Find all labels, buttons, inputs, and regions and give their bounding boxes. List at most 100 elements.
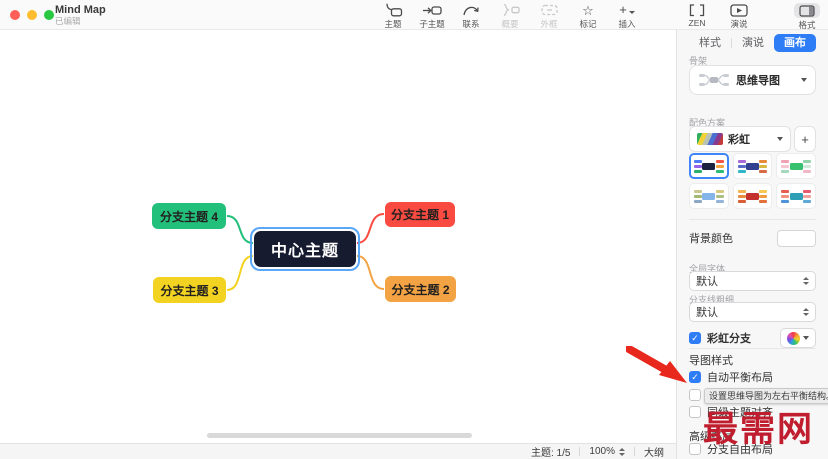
- color-scheme-dropdown[interactable]: 彩虹: [689, 126, 791, 152]
- global-font-value: 默认: [696, 276, 718, 288]
- tab-pitch[interactable]: 演说: [732, 34, 774, 52]
- document-title: Mind Map: [55, 4, 106, 16]
- format-panel-button[interactable]: 格式: [794, 3, 820, 31]
- color-scheme-row: 彩虹 +: [689, 126, 816, 152]
- swatch-bar: [715, 194, 724, 198]
- zen-mode-button[interactable]: ZEN: [684, 3, 710, 30]
- color-scheme-value: 彩虹: [728, 134, 750, 146]
- map-style-heading: 导图样式: [689, 355, 733, 367]
- annotation-arrow-icon: [626, 346, 687, 383]
- branch-topic-4-node[interactable]: 分支主题 4: [152, 203, 226, 229]
- branch-topic-label: 分支主题 3: [160, 283, 219, 298]
- color-wheel-icon: [787, 331, 800, 345]
- connector-branch-1: [356, 213, 385, 244]
- toolbar-label: 子主题: [419, 19, 445, 29]
- rainbow-color-button[interactable]: [780, 328, 816, 348]
- stepper-icon: [803, 308, 809, 316]
- theme-card-1[interactable]: [689, 153, 729, 179]
- mindmap-app-window: Mind Map 已编辑 主题 子主题 联系 概要 外框 ☆ 标记 + 插入 Z…: [0, 0, 828, 459]
- swatch-bar: [694, 194, 702, 198]
- chevron-down-icon: [777, 137, 783, 141]
- branch-topic-label: 分支主题 1: [390, 208, 449, 222]
- toolbar-marker-button[interactable]: ☆ 标记: [575, 3, 601, 30]
- boundary-icon: [540, 3, 559, 17]
- central-topic-node[interactable]: 中心主题: [254, 231, 356, 267]
- theme-card-4[interactable]: [689, 183, 729, 209]
- document-edit-status: 已编辑: [55, 16, 81, 26]
- compact-layout-checkbox[interactable]: [689, 389, 701, 401]
- swatch-bar: [715, 199, 724, 203]
- branch-topic-2-node[interactable]: 分支主题 2: [385, 276, 456, 302]
- global-font-select[interactable]: 默认: [689, 271, 816, 291]
- swatch-bar: [715, 169, 724, 173]
- swatch-bar: [759, 169, 768, 173]
- zoom-control[interactable]: 100%: [589, 446, 625, 457]
- minimize-window-button[interactable]: [27, 10, 37, 20]
- mindmap-canvas[interactable]: 分支主题 4 分支主题 1 分支主题 3 分支主题 2 中心主题: [0, 30, 676, 443]
- swatch-bar: [781, 199, 790, 203]
- swatch-bar: [694, 169, 702, 173]
- swatch-bar: [781, 189, 790, 193]
- theme-card-5[interactable]: [732, 183, 773, 209]
- toolbar-relationship-button[interactable]: 联系: [458, 3, 484, 30]
- branch-line-width-select[interactable]: 默认: [689, 302, 816, 322]
- toolbar-label: 主题: [384, 19, 402, 29]
- toolbar-insert-button[interactable]: + 插入: [614, 3, 640, 30]
- swatch-bar: [737, 199, 746, 203]
- free-branch-layout-checkbox[interactable]: [689, 443, 701, 455]
- theme-card-row: [689, 183, 817, 209]
- align-siblings-checkbox[interactable]: [689, 406, 701, 418]
- close-window-button[interactable]: [10, 10, 20, 20]
- swatch-center: [789, 192, 803, 200]
- plus-icon: +: [619, 2, 627, 17]
- skeleton-value: 思维导图: [736, 75, 780, 87]
- swatch-bar: [737, 189, 746, 193]
- swatch-bar: [737, 159, 746, 163]
- branch-topic-3-node[interactable]: 分支主题 3: [153, 277, 226, 303]
- main-toolbar: 主题 子主题 联系 概要 外框 ☆ 标记 + 插入: [380, 3, 640, 30]
- statusbar-divider: [579, 447, 581, 456]
- theme-card-6[interactable]: [776, 183, 817, 209]
- swatch-bar: [715, 189, 724, 193]
- swatch-bar: [759, 194, 768, 198]
- add-color-scheme-button[interactable]: +: [794, 126, 816, 152]
- swatch-center: [746, 192, 759, 200]
- swatch-center: [746, 162, 759, 170]
- zoom-stepper-icon[interactable]: [619, 447, 625, 456]
- toolbar-summary-button: 概要: [497, 3, 523, 30]
- branch-topic-1-node[interactable]: 分支主题 1: [385, 202, 455, 227]
- toolbar-label: 插入: [618, 19, 636, 29]
- swatch-bar: [803, 164, 811, 168]
- summary-icon: [501, 3, 520, 17]
- section-divider: [689, 348, 816, 349]
- connector-branch-2: [356, 255, 385, 290]
- branch-topic-label: 分支主题 4: [159, 209, 218, 224]
- tab-style[interactable]: 样式: [689, 34, 731, 52]
- topic-count: 主题: 1/5: [530, 448, 571, 459]
- theme-card-3[interactable]: [776, 153, 817, 179]
- horizontal-scrollbar[interactable]: [207, 433, 472, 438]
- view-toolbar: ZEN 演说: [684, 3, 752, 30]
- format-sidebar-icon: [794, 3, 820, 18]
- toolbar-subtopic-button[interactable]: 子主题: [419, 3, 445, 30]
- play-presentation-icon: [730, 3, 748, 17]
- tab-canvas[interactable]: 画布: [774, 34, 816, 52]
- marker-star-icon: ☆: [582, 2, 594, 18]
- swatch-center: [702, 192, 716, 200]
- insert-plus-icon: +: [619, 3, 635, 17]
- theme-card-2[interactable]: [732, 153, 773, 179]
- toolbar-topic-button[interactable]: 主题: [380, 3, 406, 30]
- swatch-bar: [781, 194, 790, 198]
- swatch-bar: [737, 164, 746, 168]
- fullscreen-window-button[interactable]: [44, 10, 54, 20]
- statusbar: 主题: 1/5 100% 大纲: [0, 443, 676, 459]
- pitch-mode-button[interactable]: 演说: [726, 3, 752, 30]
- chevron-down-icon: [803, 336, 809, 340]
- outline-button[interactable]: 大纲: [644, 444, 664, 459]
- swatch-bar: [737, 169, 746, 173]
- skeleton-dropdown[interactable]: 思维导图: [689, 65, 816, 95]
- background-color-well[interactable]: [777, 229, 816, 247]
- swatch-bar: [781, 169, 790, 173]
- chevron-down-icon: [801, 78, 807, 82]
- rainbow-branch-checkbox[interactable]: [689, 332, 701, 344]
